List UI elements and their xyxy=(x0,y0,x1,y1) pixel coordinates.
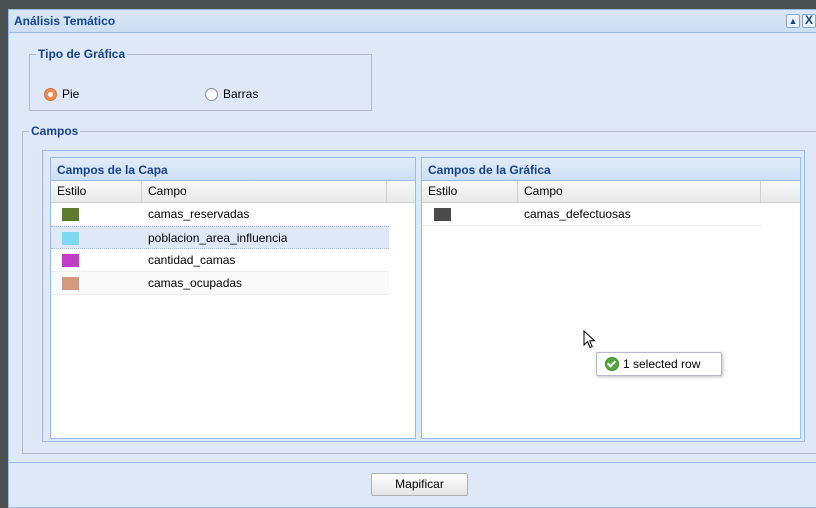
tooltip-text: 1 selected row xyxy=(623,357,701,371)
radio-pie[interactable]: Pie xyxy=(44,87,79,101)
close-icon[interactable]: X xyxy=(802,14,816,28)
mapificar-button[interactable]: Mapificar xyxy=(371,473,468,496)
color-swatch xyxy=(434,208,451,221)
radio-barras[interactable]: Barras xyxy=(205,87,258,101)
column-estilo[interactable]: Estilo xyxy=(422,181,518,202)
tipo-grafica-legend: Tipo de Gráfica xyxy=(38,47,126,61)
color-swatch xyxy=(62,208,79,221)
radio-pie-button[interactable] xyxy=(44,87,57,101)
radio-barras-label[interactable]: Barras xyxy=(223,87,258,101)
column-campo[interactable]: Campo xyxy=(142,181,387,202)
campos-capa-header: Campos de la Capa xyxy=(51,158,415,181)
campos-grafica-header: Campos de la Gráfica xyxy=(422,158,800,181)
campo-cell: camas_reservadas xyxy=(148,207,250,221)
radio-pie-label[interactable]: Pie xyxy=(62,87,79,101)
check-circle-icon xyxy=(605,357,619,371)
campos-grafica-title: Campos de la Gráfica xyxy=(428,163,551,177)
campos-capa-columns: Estilo Campo xyxy=(51,181,415,203)
window-titlebar[interactable]: Análisis Temático ▲ X xyxy=(9,10,816,33)
campos-legend: Campos xyxy=(31,124,79,138)
footer-divider xyxy=(9,462,816,463)
table-row[interactable]: camas_defectuosas xyxy=(422,203,761,226)
mouse-cursor-icon xyxy=(583,330,596,349)
campo-cell: camas_ocupadas xyxy=(148,276,243,290)
tipo-grafica-fieldset: Tipo de Gráfica Pie Barras xyxy=(29,47,372,111)
table-row[interactable]: camas_reservadas xyxy=(51,203,389,226)
collapse-icon[interactable]: ▲ xyxy=(786,14,800,28)
color-swatch xyxy=(62,277,79,290)
column-estilo[interactable]: Estilo xyxy=(51,181,142,202)
campos-panels: Campos de la Capa Estilo Campo camas_res… xyxy=(42,150,805,442)
window-title: Análisis Temático xyxy=(14,14,116,28)
radio-barras-button[interactable] xyxy=(205,87,218,101)
table-row[interactable]: camas_ocupadas xyxy=(51,272,389,295)
campos-grafica-columns: Estilo Campo xyxy=(422,181,800,203)
campos-grafica-grid: Campos de la Gráfica Estilo Campo camas_… xyxy=(421,157,801,439)
campo-cell: camas_defectuosas xyxy=(524,207,631,221)
selection-tooltip: 1 selected row xyxy=(596,352,722,376)
campos-capa-title: Campos de la Capa xyxy=(57,163,168,177)
color-swatch xyxy=(62,232,79,245)
table-row[interactable]: poblacion_area_influencia xyxy=(51,226,389,249)
analisis-tematico-window: Análisis Temático ▲ X Tipo de Gráfica Pi… xyxy=(8,9,816,508)
column-campo[interactable]: Campo xyxy=(518,181,761,202)
campo-cell: poblacion_area_influencia xyxy=(148,231,288,245)
campo-cell: cantidad_camas xyxy=(148,253,236,267)
campos-capa-grid: Campos de la Capa Estilo Campo camas_res… xyxy=(50,157,416,439)
table-row[interactable]: cantidad_camas xyxy=(51,249,389,272)
color-swatch xyxy=(62,254,79,267)
